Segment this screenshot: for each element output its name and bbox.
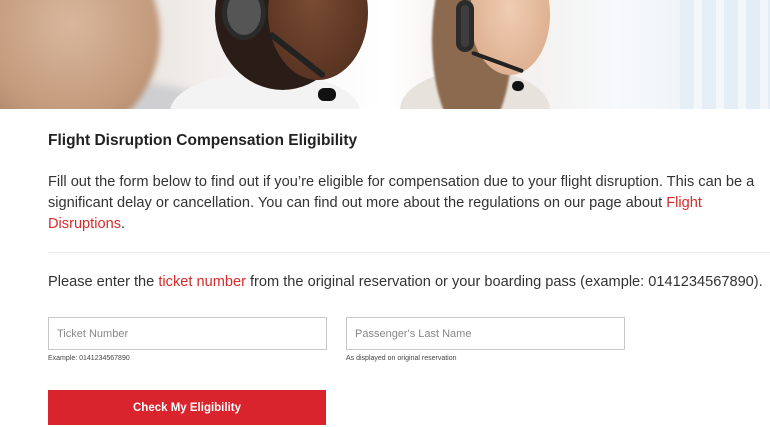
- last-name-hint: As displayed on original reservation: [346, 355, 457, 362]
- headset-icon: [456, 0, 474, 52]
- divider: [48, 252, 770, 253]
- ticket-number-link[interactable]: ticket number: [158, 274, 246, 290]
- ticket-number-input[interactable]: [48, 317, 327, 350]
- intro-end: .: [121, 216, 126, 232]
- instruction-suffix: from the original reservation or your bo…: [245, 274, 763, 290]
- ticket-number-field-group: Example: 0141234567890: [48, 317, 327, 362]
- check-eligibility-button[interactable]: Check My Eligibility: [48, 390, 326, 425]
- last-name-field-group: As displayed on original reservation: [346, 317, 625, 362]
- microphone-icon: [318, 88, 336, 101]
- instruction-prefix: Please enter the: [48, 274, 159, 290]
- agent-1-head: [0, 0, 160, 109]
- page-title: Flight Disruption Compensation Eligibili…: [48, 132, 358, 149]
- intro-paragraph: Fill out the form below to find out if y…: [48, 172, 768, 235]
- last-name-input[interactable]: [346, 317, 625, 350]
- microphone-icon: [512, 81, 524, 91]
- instruction-text: Please enter the ticket number from the …: [48, 274, 763, 290]
- ticket-number-hint: Example: 0141234567890: [48, 355, 130, 362]
- window-background: [680, 0, 770, 109]
- hero-banner: [0, 0, 770, 109]
- intro-text: Fill out the form below to find out if y…: [48, 174, 755, 211]
